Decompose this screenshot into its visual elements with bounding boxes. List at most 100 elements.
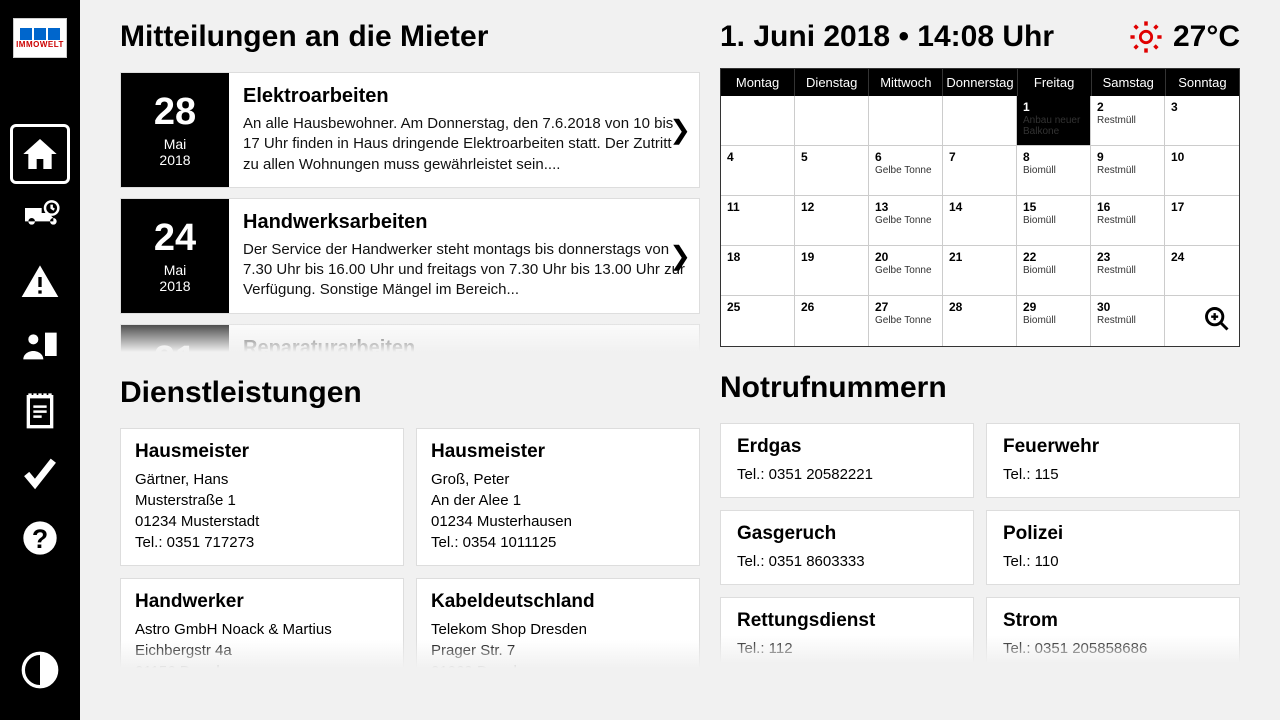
emergency-card[interactable]: GasgeruchTel.: 0351 8603333 <box>720 510 974 585</box>
sidebar: IMMOWELT ? <box>0 0 80 720</box>
emergency-title: Erdgas <box>737 436 957 458</box>
emergency-card[interactable]: Erdgas Tel.: 0351 20582221 <box>720 423 974 498</box>
service-title: Handwerker <box>135 591 389 613</box>
calendar-cell[interactable]: 3 <box>1165 96 1239 146</box>
calendar-cell[interactable] <box>795 96 869 146</box>
service-line: Musterstraße 1 <box>135 490 389 511</box>
calendar-cell[interactable]: 27Gelbe Tonne <box>869 296 943 346</box>
calendar-cell[interactable]: 8Biomüll <box>1017 146 1091 196</box>
weather: 27°C <box>1129 20 1240 54</box>
service-card[interactable]: Kabeldeutschland Telekom Shop DresdenPrag… <box>416 578 700 668</box>
calendar-cell[interactable]: 17 <box>1165 196 1239 246</box>
service-line: 01234 Musterstadt <box>135 511 389 532</box>
service-line: Prager Str. 7 <box>431 640 685 661</box>
services-heading: Dienstleistungen <box>120 376 700 410</box>
service-line: Telekom Shop Dresden <box>431 619 685 640</box>
notification-item[interactable]: 24Mai2018HandwerksarbeitenDer Service de… <box>120 198 700 314</box>
calendar-cell[interactable] <box>869 96 943 146</box>
notification-date: 24Mai2018 <box>121 199 229 313</box>
notification-date: 21Mai2018 <box>121 325 229 353</box>
zoom-in-button[interactable] <box>1203 305 1231 338</box>
calendar-day-header: Mittwoch <box>869 69 943 96</box>
nav-home[interactable] <box>10 124 70 184</box>
calendar-cell[interactable]: 23Restmüll <box>1091 246 1165 296</box>
service-line: 01156 Dresden <box>135 661 389 668</box>
notepad-icon <box>20 390 60 430</box>
emergency-tel: Tel.: 112 <box>737 638 957 659</box>
emergency-title: Feuerwehr <box>1003 436 1223 458</box>
calendar-cell[interactable] <box>943 96 1017 146</box>
emergency-card[interactable]: PolizeiTel.: 110 <box>986 510 1240 585</box>
emergency-card[interactable]: FeuerwehrTel.: 115 <box>986 423 1240 498</box>
service-title: Hausmeister <box>135 441 389 463</box>
calendar-cell[interactable]: 10 <box>1165 146 1239 196</box>
date-time: 1. Juni 2018 • 14:08 Uhr <box>720 20 1129 54</box>
warning-icon <box>20 262 60 302</box>
emergency-tel: Tel.: 110 <box>1003 551 1223 572</box>
notification-item[interactable]: 28Mai2018ElektroarbeitenAn alle Hausbewo… <box>120 72 700 188</box>
emergency-title: Rettungsdienst <box>737 610 957 632</box>
calendar-cell[interactable]: 5 <box>795 146 869 196</box>
calendar-cell[interactable]: 1Anbau neuer Balkone <box>1017 96 1091 146</box>
service-line: An der Alee 1 <box>431 490 685 511</box>
calendar-cell[interactable]: 26 <box>795 296 869 346</box>
calendar-cell[interactable]: 30Restmüll <box>1091 296 1165 346</box>
temperature: 27°C <box>1173 20 1240 54</box>
calendar-cell[interactable]: 2Restmüll <box>1091 96 1165 146</box>
service-line: Tel.: 0351 717273 <box>135 532 389 553</box>
calendar-cell[interactable]: 29Biomüll <box>1017 296 1091 346</box>
calendar-cell[interactable]: 25 <box>721 296 795 346</box>
service-card[interactable]: Handwerker Astro GmbH Noack & MartiusEich… <box>120 578 404 668</box>
calendar-cell[interactable]: 22Biomüll <box>1017 246 1091 296</box>
notification-text: An alle Hausbewohner. Am Donnerstag, den… <box>243 114 689 175</box>
calendar-cell[interactable]: 7 <box>943 146 1017 196</box>
calendar-cell[interactable]: 28 <box>943 296 1017 346</box>
calendar-cell[interactable]: 11 <box>721 196 795 246</box>
services-grid: HausmeisterGärtner, HansMusterstraße 101… <box>120 428 700 668</box>
nav-check[interactable] <box>10 444 70 504</box>
emergency-card[interactable]: Rettungsdienst Tel.: 112 <box>720 597 974 663</box>
service-line: 01069 Dresden <box>431 661 685 668</box>
calendar-cell[interactable]: 16Restmüll <box>1091 196 1165 246</box>
calendar-cell[interactable]: 18 <box>721 246 795 296</box>
service-card[interactable]: HausmeisterGroß, PeterAn der Alee 101234… <box>416 428 700 566</box>
calendar-cell[interactable]: 21 <box>943 246 1017 296</box>
logo: IMMOWELT <box>13 18 67 58</box>
emergency-card[interactable]: StromTel.: 0351 205858686 <box>986 597 1240 663</box>
calendar-cell[interactable]: 12 <box>795 196 869 246</box>
service-line: Groß, Peter <box>431 469 685 490</box>
person-building-icon <box>20 326 60 366</box>
nav-alerts[interactable] <box>10 252 70 312</box>
nav-contacts[interactable] <box>10 316 70 376</box>
nav-notes[interactable] <box>10 380 70 440</box>
calendar-cell[interactable]: 6Gelbe Tonne <box>869 146 943 196</box>
home-icon <box>20 134 60 174</box>
chevron-right-icon: ❯ <box>669 114 691 145</box>
calendar-cell[interactable]: 19 <box>795 246 869 296</box>
calendar-cell[interactable]: 9Restmüll <box>1091 146 1165 196</box>
calendar-cell[interactable]: 4 <box>721 146 795 196</box>
calendar-day-header: Samstag <box>1092 69 1166 96</box>
nav-contrast[interactable] <box>10 640 70 700</box>
calendar-cell[interactable]: 15Biomüll <box>1017 196 1091 246</box>
emergency-tel: Tel.: 0351 20582221 <box>737 464 957 485</box>
calendar-cell[interactable]: 20Gelbe Tonne <box>869 246 943 296</box>
service-title: Kabeldeutschland <box>431 591 685 613</box>
emergency-grid: ErdgasTel.: 0351 20582221FeuerwehrTel.: … <box>720 423 1240 663</box>
service-card[interactable]: HausmeisterGärtner, HansMusterstraße 101… <box>120 428 404 566</box>
nav-schedule[interactable] <box>10 188 70 248</box>
service-line: 01234 Musterhausen <box>431 511 685 532</box>
emergency-title: Gasgeruch <box>737 523 957 545</box>
calendar-cell[interactable]: 24 <box>1165 246 1239 296</box>
emergency-tel: Tel.: 0351 205858686 <box>1003 638 1223 659</box>
nav-help[interactable]: ? <box>10 508 70 568</box>
help-icon: ? <box>20 518 60 558</box>
service-line: Astro GmbH Noack & Martius <box>135 619 389 640</box>
calendar-day-header: Freitag <box>1018 69 1092 96</box>
calendar-cell[interactable]: 14 <box>943 196 1017 246</box>
calendar-cell[interactable] <box>721 96 795 146</box>
calendar-cell[interactable]: 13Gelbe Tonne <box>869 196 943 246</box>
service-line: Eichbergstr 4a <box>135 640 389 661</box>
notification-item[interactable]: 21Mai2018Reparaturarbeiten <box>120 324 700 353</box>
notification-title: Handwerksarbeiten <box>243 211 689 234</box>
